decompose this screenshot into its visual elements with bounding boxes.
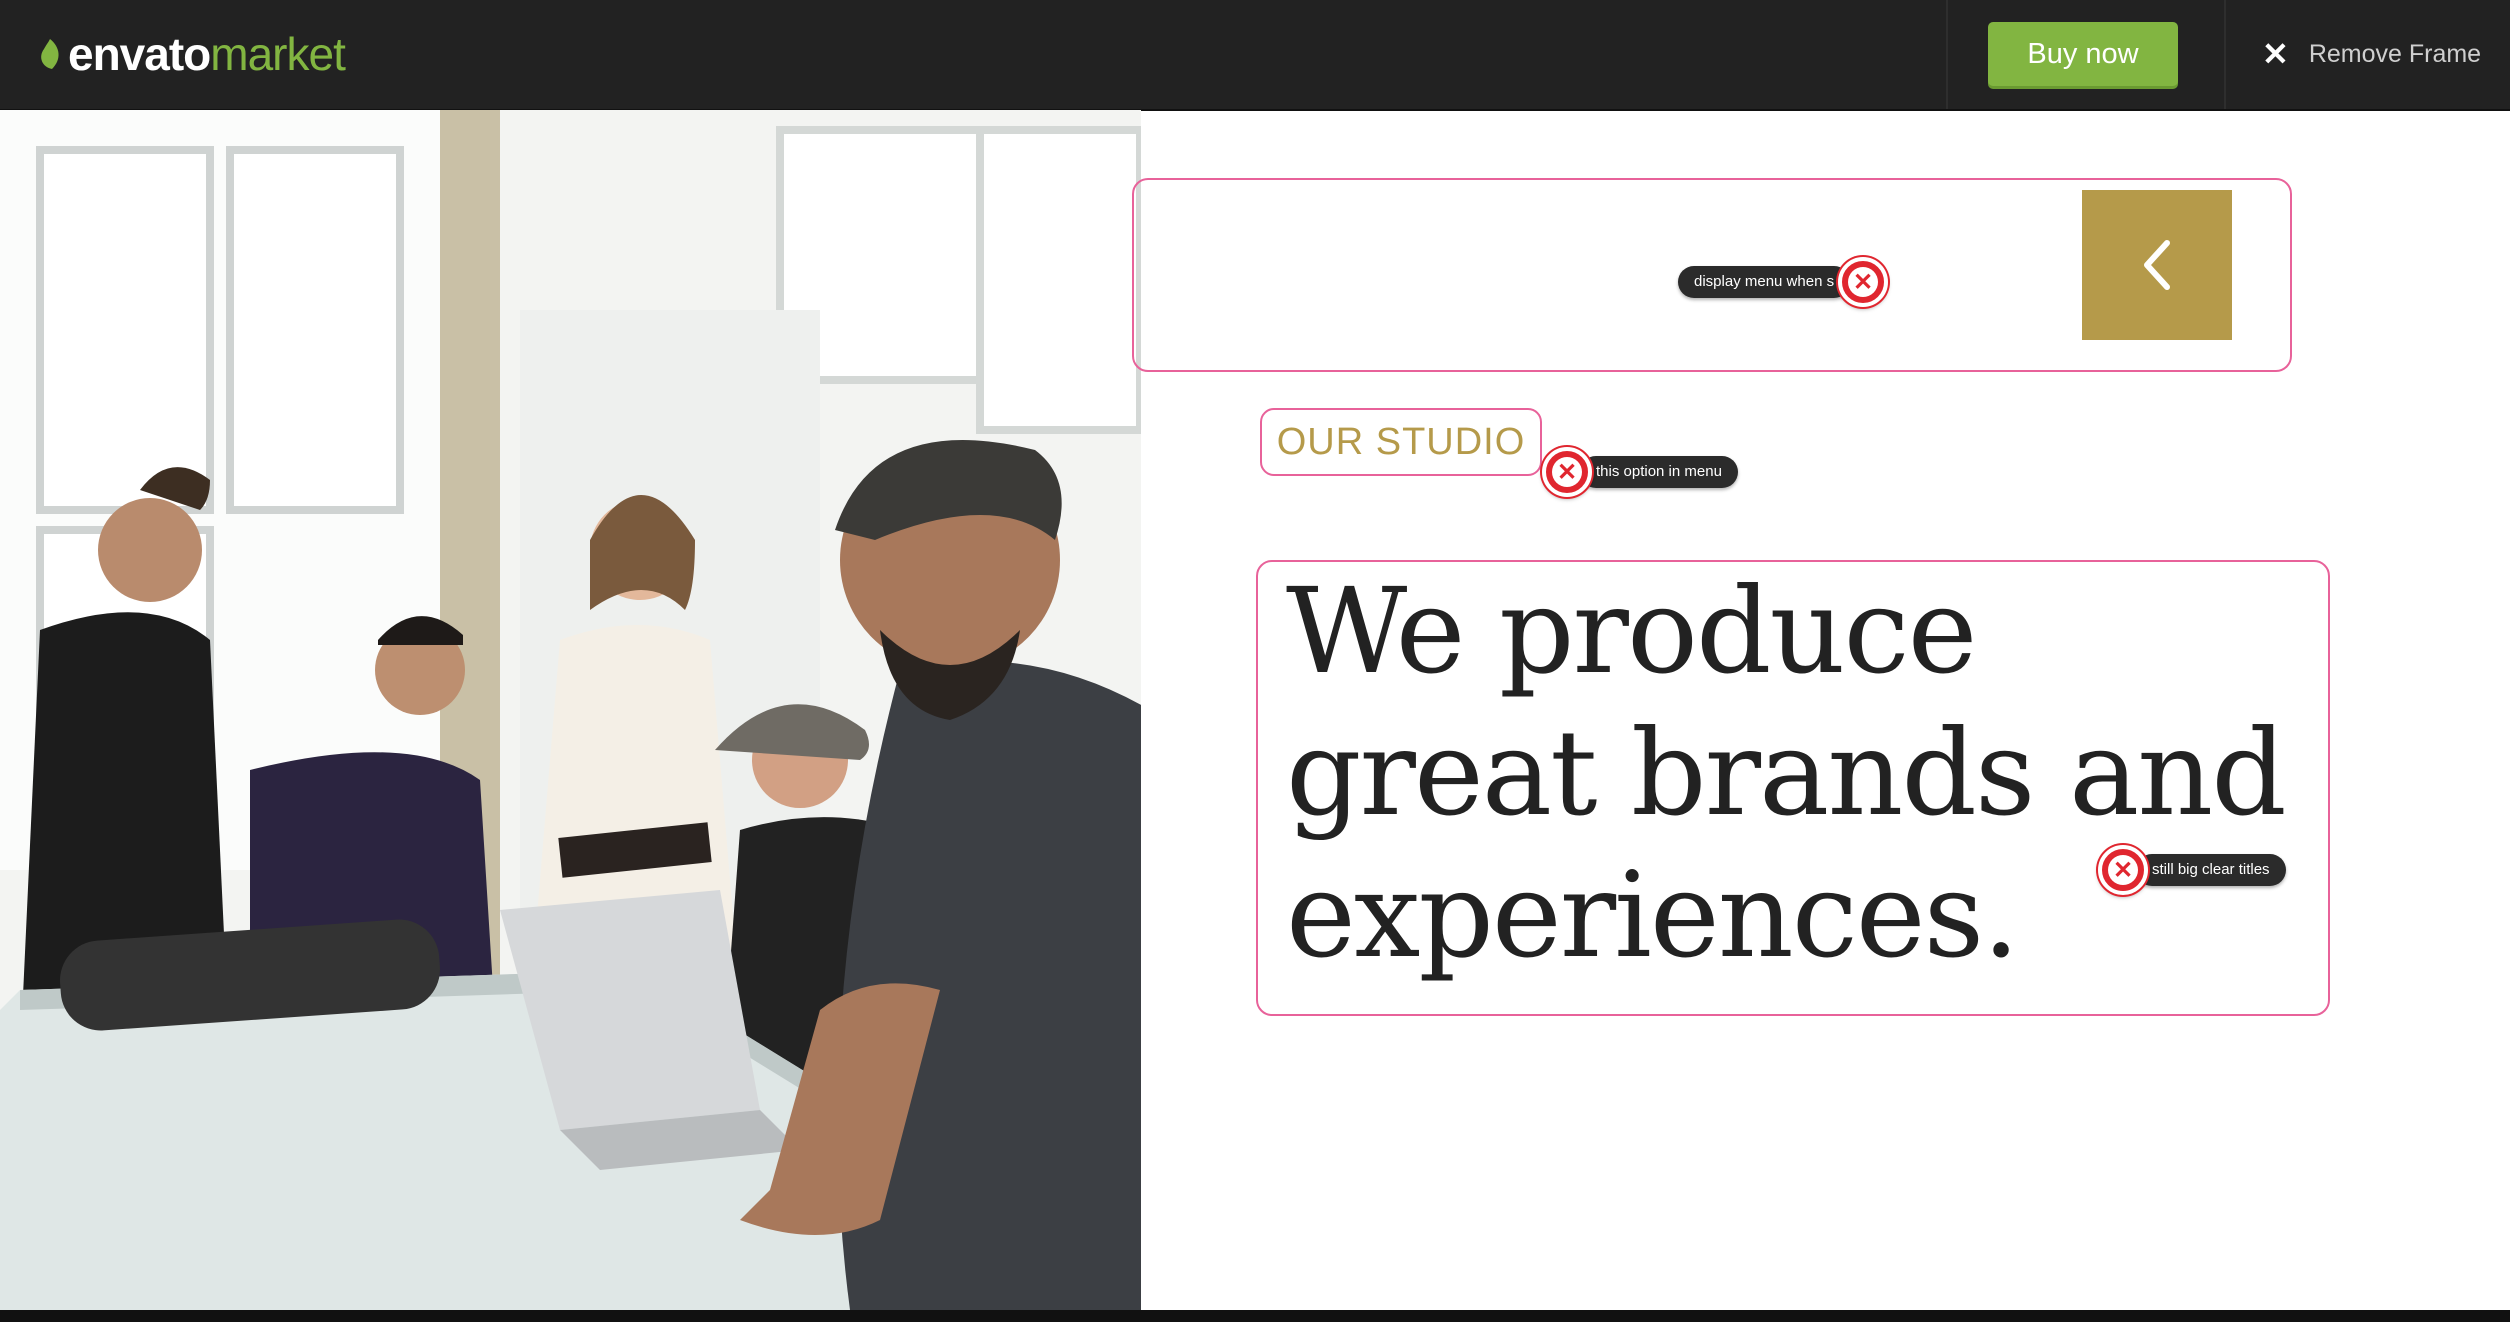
envato-market-logo[interactable]: envato market [38, 26, 346, 82]
annotation-close-icon[interactable]: ✕ [2098, 845, 2148, 895]
annotation-text: display menu when s [1678, 266, 1851, 298]
section-label: OUR STUDIO [1260, 408, 1542, 476]
bottom-edge [0, 1310, 2510, 1322]
divider [1946, 0, 1948, 109]
menu-toggle-button[interactable] [2082, 190, 2232, 340]
leaf-icon [41, 39, 59, 69]
logo-word-market: market [210, 28, 346, 80]
envato-top-bar: envato market Buy now ✕ Remove Frame [0, 0, 2510, 111]
chevron-left-icon [2144, 240, 2170, 290]
remove-frame-label: Remove Frame [2308, 39, 2482, 68]
annotation-text: still big clear titles [2136, 854, 2286, 886]
annotation-close-icon[interactable]: ✕ [1542, 447, 1592, 497]
buy-now-button[interactable]: Buy now [1988, 22, 2178, 86]
annotation-pin[interactable]: display menu when s ✕ [1678, 257, 1889, 307]
remove-frame-button[interactable]: ✕ Remove Frame [2262, 22, 2481, 86]
annotation-close-icon[interactable]: ✕ [1838, 257, 1889, 307]
studio-team-photo [0, 110, 1141, 1310]
annotation-text: this option in menu [1580, 456, 1738, 488]
close-icon: ✕ [2262, 36, 2289, 72]
annotation-pin[interactable]: ✕ still big clear titles [2098, 845, 2286, 895]
annotation-pin[interactable]: ✕ this option in menu [1542, 447, 1738, 497]
hero-headline: We produce great brands and experiences. [1286, 562, 2287, 984]
logo-word-envato: envato [68, 28, 211, 80]
divider [2224, 0, 2226, 109]
